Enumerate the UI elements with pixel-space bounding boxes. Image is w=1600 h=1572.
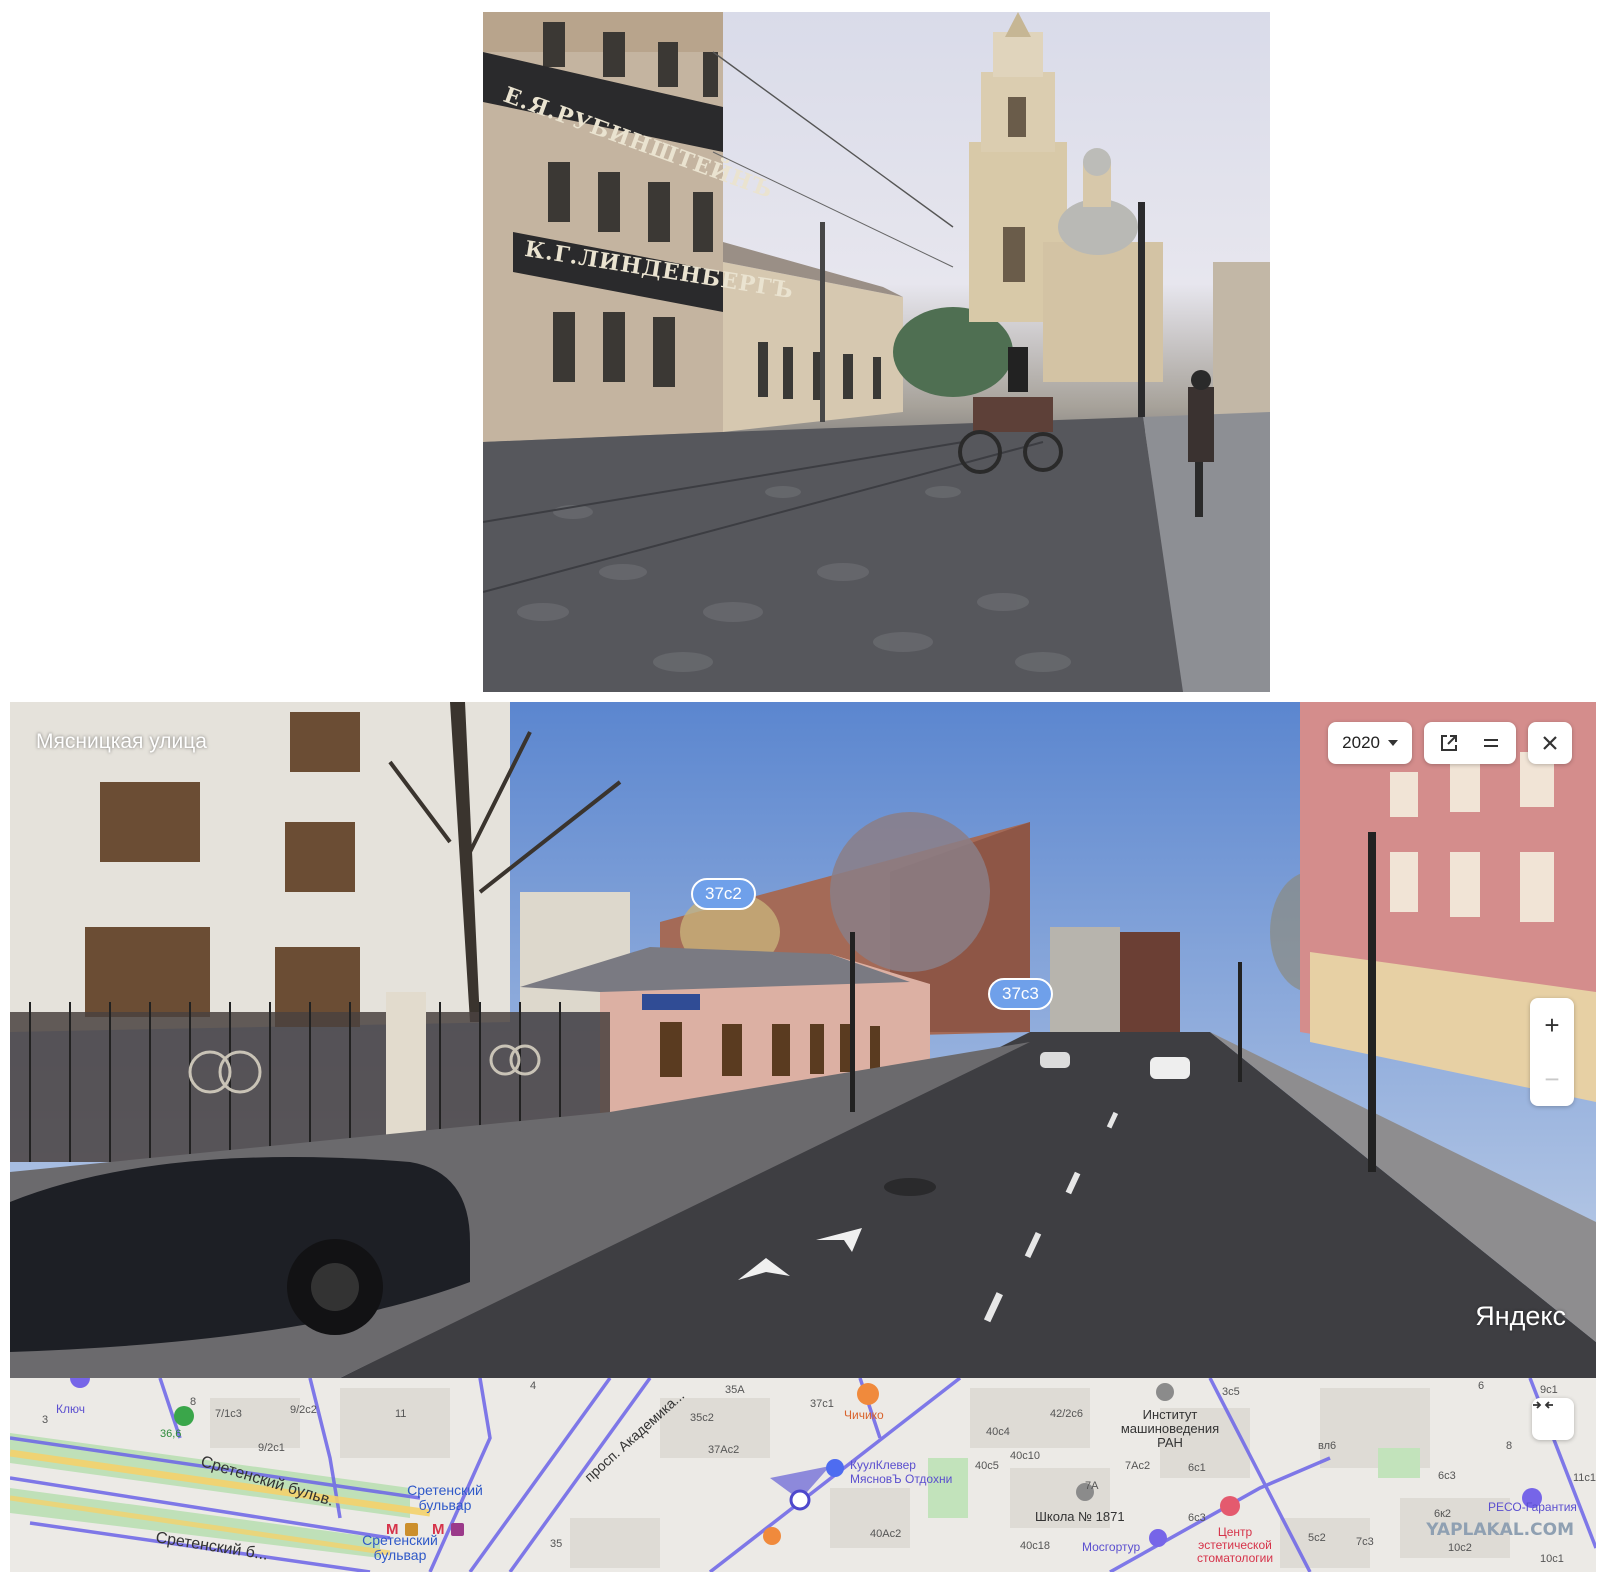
year-value: 2020 [1342, 733, 1380, 752]
building-number: 40Ас2 [870, 1528, 902, 1540]
building-number: 40с4 [986, 1426, 1010, 1438]
mosgortur-marker [1149, 1529, 1167, 1547]
building-number: 37с1 [810, 1398, 834, 1410]
close-icon [1543, 736, 1557, 750]
view-buttons-group [1424, 722, 1516, 764]
building-number: 10с1 [1540, 1553, 1564, 1565]
poi-reso[interactable]: РЕСО-Гарантия [1488, 1500, 1577, 1514]
building-number: 3 [42, 1414, 49, 1426]
yandex-logo: Яндекс [1475, 1301, 1566, 1331]
poi-dental-center[interactable]: Центр эстетической стоматологии [1180, 1526, 1290, 1565]
zoom-in-button[interactable]: + [1530, 998, 1574, 1052]
panorama-scene [10, 702, 1596, 1378]
building-number: 9с1 [1540, 1384, 1558, 1396]
nav-arrow-forward-icon[interactable] [816, 1226, 866, 1254]
building-number: 42/2с6 [1050, 1408, 1084, 1420]
building-number: 6с3 [1438, 1470, 1456, 1482]
split-view-icon [1484, 739, 1498, 747]
building-number: 8 [190, 1396, 197, 1408]
building-number: 35с2 [690, 1412, 714, 1424]
building-number: 7Ас2 [1125, 1460, 1151, 1472]
building-number: 9/2с2 [290, 1404, 317, 1416]
street-panorama[interactable]: Мясницкая улица 2020 + − 37с2 37с3 Яндек… [10, 702, 1596, 1378]
dental-marker [1220, 1496, 1240, 1516]
cobblestone-road [483, 417, 1183, 692]
collapse-arrows-icon [1533, 1401, 1553, 1409]
street-title: Мясницкая улица [36, 730, 207, 753]
building-number: вл6 [1318, 1440, 1337, 1452]
building-number: 7/1с3 [215, 1408, 242, 1420]
kluch-marker [70, 1378, 90, 1388]
chevron-down-icon [1388, 740, 1398, 746]
building-number: 6 [1478, 1380, 1485, 1392]
split-view-button[interactable] [1470, 722, 1512, 764]
institute-marker [1156, 1383, 1174, 1401]
mini-map[interactable]: М М Сретенский бульв. Сретенский б... пр… [10, 1378, 1596, 1572]
building-number: 7А [1085, 1480, 1099, 1492]
building-number: 3с5 [1222, 1386, 1240, 1398]
building-number: 40с5 [975, 1460, 999, 1472]
pedestrian [1188, 387, 1214, 462]
metro-sretensky-1[interactable]: Сретенский бульвар [400, 1483, 490, 1513]
external-link-button[interactable] [1428, 722, 1470, 764]
metro-sretensky-2[interactable]: Сретенский бульвар [355, 1533, 445, 1563]
restaurant-marker [857, 1383, 879, 1405]
nav-arrow-back-icon[interactable] [738, 1256, 794, 1284]
building-number: 6к2 [1434, 1508, 1452, 1520]
poi-chichiko[interactable]: Чичико [844, 1408, 884, 1422]
building-number: 5с2 [1308, 1532, 1326, 1544]
zoom-out-button[interactable]: − [1530, 1052, 1574, 1106]
building-number: 40с18 [1020, 1540, 1050, 1552]
building-number: 10с2 [1448, 1542, 1472, 1554]
pharmacy-marker [174, 1406, 194, 1426]
horse-cart [973, 397, 1053, 432]
historic-scene [483, 12, 1270, 692]
external-link-icon [1441, 735, 1457, 751]
poi-school[interactable]: Школа № 1871 [1035, 1510, 1125, 1524]
building-number: 7с3 [1356, 1536, 1374, 1548]
building-number: 9/2с1 [258, 1442, 285, 1454]
poi-myasnov[interactable]: МясновЪ Отдохни [850, 1472, 952, 1486]
poi-kluch[interactable]: Ключ [56, 1402, 85, 1416]
watermark: YAPLAKAL.COM [1426, 1520, 1574, 1540]
house-label-37c2[interactable]: 37с2 [691, 878, 756, 910]
poi-institute[interactable]: Институт машиноведения РАН [1110, 1408, 1230, 1450]
building-number: 8 [1506, 1440, 1513, 1452]
poi-kulkl[interactable]: КуулКлевер [850, 1458, 916, 1472]
building-number: 4 [530, 1380, 537, 1392]
building-number: 6с3 [1188, 1512, 1206, 1524]
building-number: 6с1 [1188, 1462, 1206, 1474]
house-label-37c3[interactable]: 37с3 [988, 978, 1053, 1010]
close-button[interactable] [1528, 722, 1572, 764]
building-number: 37Ас2 [708, 1444, 740, 1456]
building-number: 35А [725, 1384, 745, 1396]
building-number: 11 [395, 1408, 407, 1420]
year-dropdown[interactable]: 2020 [1328, 722, 1412, 764]
building-number: 11с1 [1573, 1472, 1596, 1484]
map-collapse-button[interactable] [1532, 1398, 1574, 1440]
building-number: 35 [550, 1538, 563, 1550]
poi-mosgortur[interactable]: Мосгортур [1082, 1540, 1140, 1554]
poi-pharmacy[interactable]: 36,6 [160, 1428, 181, 1440]
historic-photo: Е.Я.РУБИНШТЕЙНЪ К.Г.ЛИНДЕНБЕРГЪ [483, 12, 1270, 692]
building-number: 40с10 [1010, 1450, 1040, 1462]
panorama-controls: 2020 [1328, 722, 1572, 764]
zoom-control: + − [1530, 998, 1574, 1106]
cafe-marker [826, 1459, 844, 1477]
current-position-marker [789, 1489, 811, 1511]
